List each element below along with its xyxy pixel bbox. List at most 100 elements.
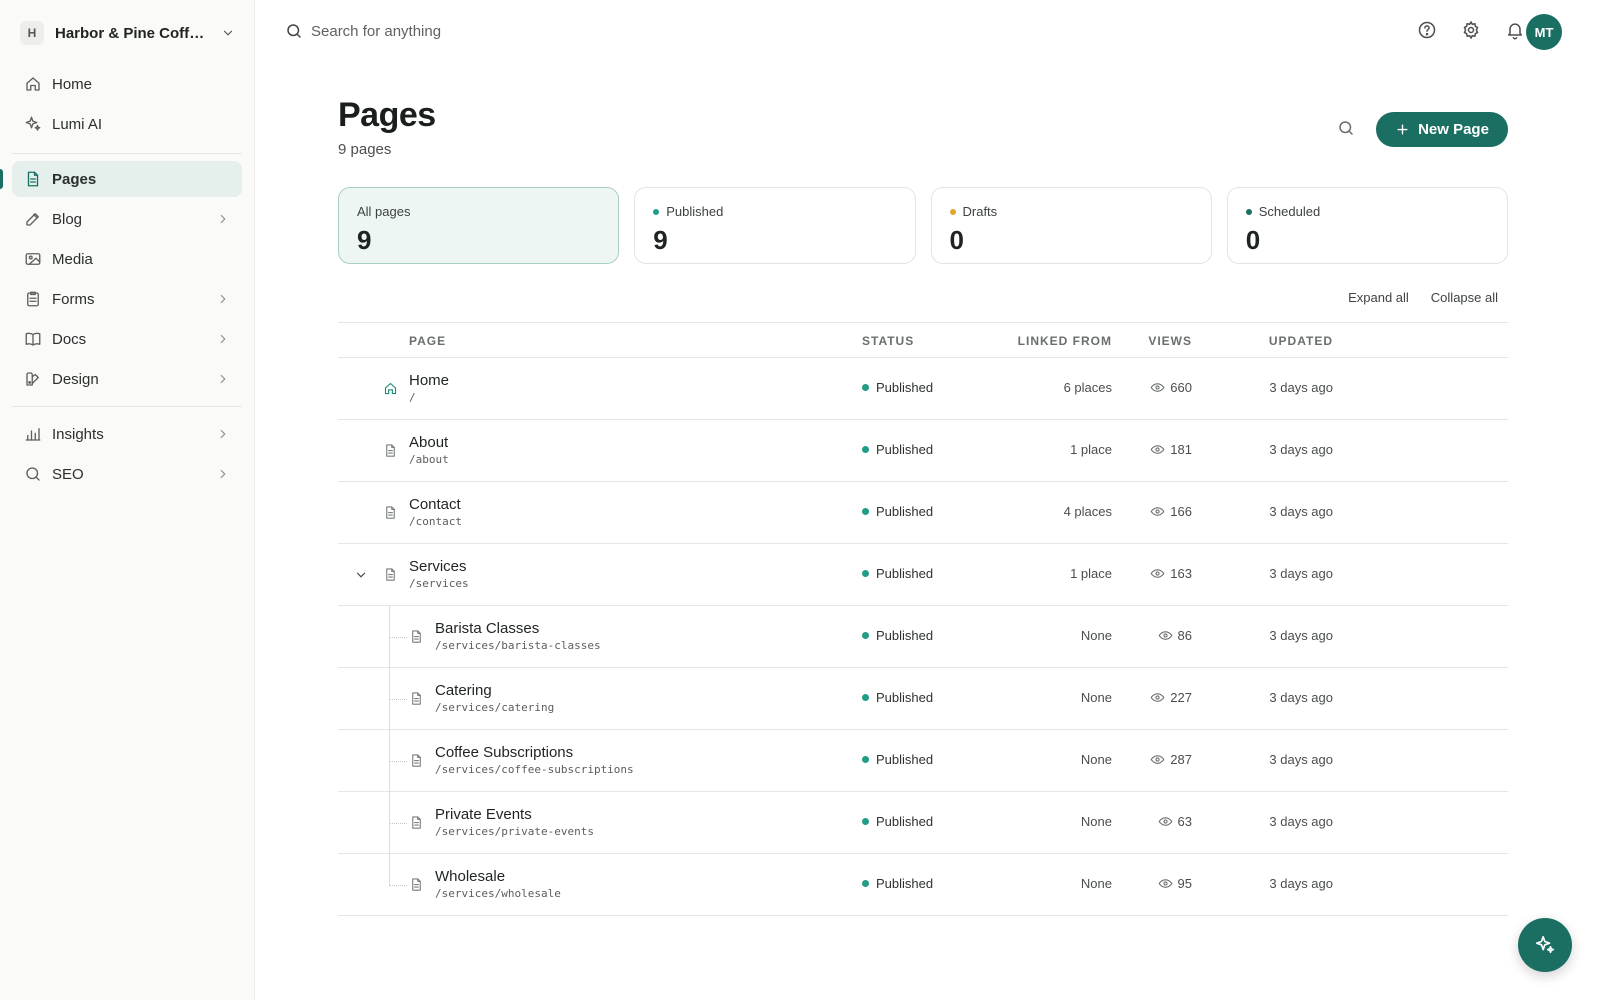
page-name[interactable]: Private Events [435,806,532,823]
form-icon [24,290,42,308]
page-name[interactable]: Services [409,558,467,575]
views-value: 181 [1170,442,1192,457]
sidebar-item-pages[interactable]: Pages [0,161,242,197]
tree-connector [389,699,407,700]
gear-icon[interactable] [1461,20,1481,40]
status-label: Published [876,814,934,829]
status-dot [862,694,869,701]
sidebar-item-docs[interactable]: Docs [12,321,242,357]
linked-from[interactable]: None [1081,628,1112,643]
linked-from[interactable]: None [1081,752,1112,767]
sidebar-item-blog[interactable]: Blog [12,201,242,237]
sidebar-item-label: SEO [52,465,84,483]
linked-from[interactable]: 1 place [1070,566,1112,581]
stat-card-drafts[interactable]: Drafts 0 [930,187,1212,264]
chevron-down-icon[interactable] [354,568,368,582]
page-name[interactable]: Wholesale [435,868,505,885]
table-header: PAGE STATUS LINKED FROM VIEWS UPDATED [338,323,1508,358]
linked-from[interactable]: None [1081,814,1112,829]
sidebar-item-design[interactable]: Design [12,361,242,397]
table-row[interactable]: Barista Classes/services/barista-classes… [338,606,1508,668]
stat-card-header: All pages [357,204,600,219]
status-badge: Published [862,876,933,891]
views-count: 660 [1150,380,1192,395]
expand-all-button[interactable]: Expand all [1348,290,1409,305]
collapse-all-button[interactable]: Collapse all [1431,290,1498,305]
sidebar-item-seo[interactable]: SEO [12,456,242,492]
page-title: Pages [338,96,436,134]
table-row[interactable]: Home / Published 6 places 660 3 days ago [338,358,1508,420]
stat-card-header: Scheduled [1245,204,1489,219]
column-linked-from[interactable]: LINKED FROM [1018,334,1112,348]
table-row[interactable]: Wholesale/services/wholesale Published Non… [338,854,1508,916]
status-dot [949,208,956,215]
status-dot [862,818,869,825]
avatar[interactable]: MT [1526,14,1562,50]
page-icon [383,443,398,458]
page-slug: /services [409,577,469,590]
page-name[interactable]: Home [409,372,449,389]
table-row[interactable]: Private Events/services/private-events Pu… [338,792,1508,854]
page-name[interactable]: Contact [409,496,461,513]
table-row[interactable]: Contact/contact Published 4 places 166 3 day… [338,482,1508,544]
stat-card-all-pages[interactable]: All pages 9 [338,187,620,264]
status-dot [862,880,869,887]
page-name[interactable]: Barista Classes [435,620,539,637]
status-label: Published [876,442,934,457]
column-status[interactable]: STATUS [862,334,914,348]
sidebar-item-label: Insights [52,425,104,443]
sidebar-item-label: Forms [52,290,95,308]
sidebar-item-forms[interactable]: Forms [12,281,242,317]
table-row[interactable]: About/about Published 1 place 181 3 days ago [338,420,1508,482]
stat-card-published[interactable]: Published 9 [634,187,916,264]
page-slug: / [409,391,416,404]
stat-card-scheduled[interactable]: Scheduled 0 [1226,187,1508,264]
ai-assistant-button[interactable] [1518,918,1572,972]
page-icon [383,505,398,520]
updated-time: 3 days ago [1269,628,1333,643]
topbar-actions [1417,20,1525,40]
linked-from[interactable]: None [1081,876,1112,891]
workspace-switcher[interactable]: H Harbor & Pine Coffee [20,18,235,48]
status-badge: Published [862,752,933,767]
status-dot [862,570,869,577]
column-updated[interactable]: UPDATED [1269,334,1333,348]
edit-icon [24,210,42,228]
page-name[interactable]: Coffee Subscriptions [435,744,573,761]
eye-icon [1150,442,1170,457]
page-slug: /services/coffee-subscriptions [435,763,634,776]
stat-value: 0 [949,225,964,255]
views-value: 287 [1170,752,1192,767]
sidebar-item-insights[interactable]: Insights [12,416,242,452]
linked-from[interactable]: None [1081,690,1112,705]
page-name[interactable]: About [409,434,448,451]
column-page[interactable]: PAGE [409,334,446,348]
page-icon [409,753,424,768]
eye-icon [1150,752,1170,767]
stat-value: 9 [653,225,668,255]
sidebar-item-home[interactable]: Home [12,66,242,102]
sidebar-item-lumi-ai[interactable]: Lumi AI [12,106,242,142]
table-row[interactable]: Services/services Published 1 place 163 3 da… [338,544,1508,606]
table-row[interactable]: Catering/services/catering Published None 2… [338,668,1508,730]
new-page-button[interactable]: New Page [1376,112,1508,147]
help-icon[interactable] [1417,20,1437,40]
views-value: 86 [1177,628,1192,643]
tree-connector [389,637,407,638]
page-name[interactable]: Catering [435,682,492,699]
column-views[interactable]: VIEWS [1148,334,1192,348]
status-badge: Published [862,442,933,457]
chevron-right-icon [216,427,230,441]
sidebar-item-media[interactable]: Media [12,241,242,277]
global-search[interactable] [285,18,785,44]
linked-from[interactable]: 4 places [1064,504,1112,519]
bell-icon[interactable] [1505,20,1525,40]
linked-from[interactable]: 6 places [1064,380,1112,395]
search-icon[interactable] [1337,119,1355,137]
tree-controls: Expand all Collapse all [1348,290,1498,305]
global-search-input[interactable] [311,22,711,40]
table-row[interactable]: Coffee Subscriptions/services/coffee-sub… [338,730,1508,792]
sparkles-icon [24,115,42,133]
status-dot [653,208,660,215]
linked-from[interactable]: 1 place [1070,442,1112,457]
